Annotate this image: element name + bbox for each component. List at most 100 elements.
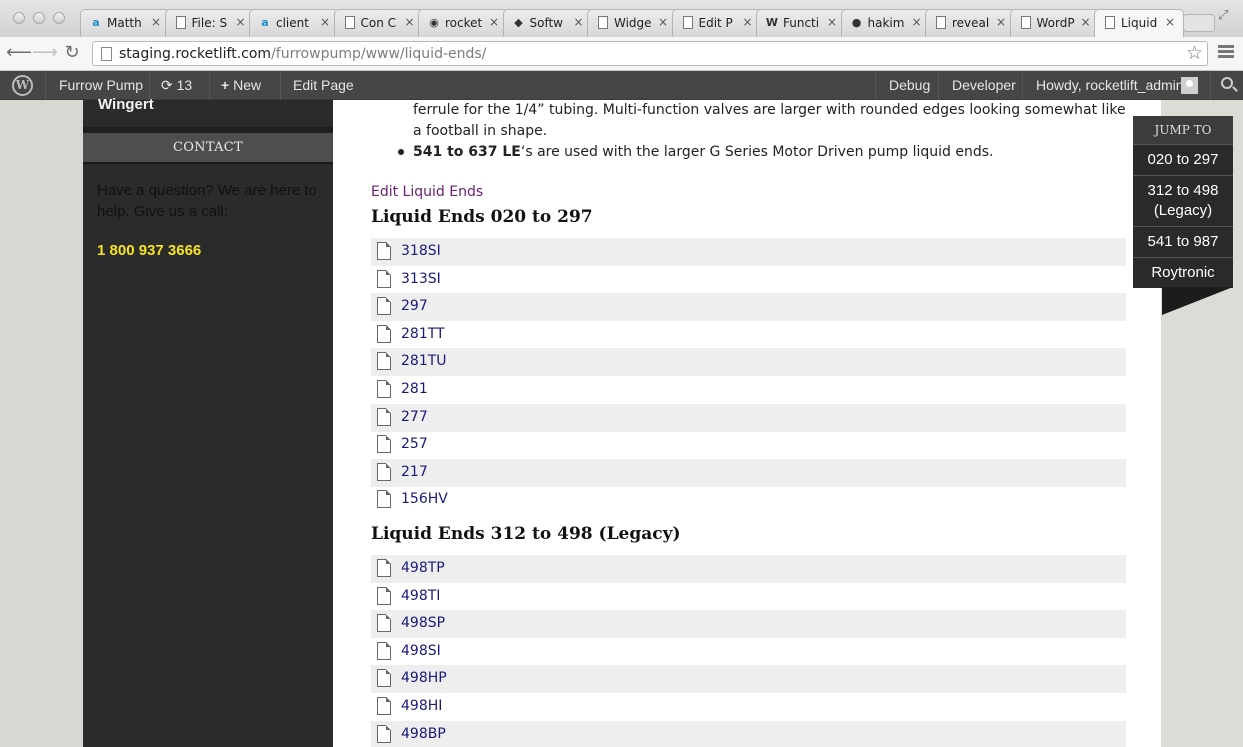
zoom-window-button[interactable]	[53, 12, 65, 24]
liquid-end-link[interactable]: 257	[401, 436, 428, 452]
sidebar-name: Wingert	[98, 96, 154, 113]
updates-icon: ⟳	[161, 77, 173, 93]
list-item: 156HV	[371, 486, 1126, 514]
search-icon[interactable]	[1221, 77, 1233, 89]
tab-title: Softw	[529, 16, 564, 30]
tab-title: WordP	[1036, 16, 1075, 30]
jump-to-item[interactable]: 312 to 498 (Legacy)	[1133, 175, 1233, 226]
list-item: 498SI	[371, 638, 1126, 666]
address-bar[interactable]: staging.rocketlift.com/furrowpump/www/li…	[92, 41, 1208, 66]
tab-close-icon[interactable]: ×	[1080, 15, 1090, 29]
liquid-end-link[interactable]: 318SI	[401, 243, 441, 259]
phone-number[interactable]: 1 800 937 3666	[97, 242, 201, 259]
list-item: 498HI	[371, 693, 1126, 721]
chrome-menu-button[interactable]	[1216, 43, 1236, 63]
liquid-end-link[interactable]: 313SI	[401, 271, 441, 287]
liquid-end-link[interactable]: 498TI	[401, 588, 440, 604]
list-item: 281TU	[371, 348, 1126, 377]
fullscreen-icon[interactable]: ⤢	[1218, 8, 1228, 23]
liquid-end-link[interactable]: 156HV	[401, 491, 448, 507]
tab-close-icon[interactable]: ×	[320, 15, 330, 29]
list-item: 297	[371, 293, 1126, 322]
forward-button[interactable]: ⟶	[32, 41, 58, 65]
tab-close-icon[interactable]: ×	[235, 15, 245, 29]
jump-to-item[interactable]: 541 to 987	[1133, 226, 1233, 257]
tab-close-icon[interactable]: ×	[911, 15, 921, 29]
tab-title: Liquid	[1121, 16, 1158, 30]
list-item: 277	[371, 403, 1126, 432]
tab-title: Widge	[614, 16, 652, 30]
contact-text: Have a question? We are here to help. Gi…	[97, 182, 317, 220]
list-item: 498TI	[371, 583, 1126, 611]
new-label: New	[233, 77, 262, 93]
document-icon	[377, 269, 391, 288]
liquid-end-link[interactable]: 277	[401, 409, 428, 425]
close-window-button[interactable]	[13, 12, 25, 24]
list-item: 498BP	[371, 720, 1126, 747]
tab-close-icon[interactable]: ×	[151, 15, 161, 29]
liquid-end-link[interactable]: 498TP	[401, 560, 445, 576]
shield-tab-icon: ◉	[429, 16, 439, 29]
browser-tab[interactable]: ● hakim ×	[840, 9, 931, 37]
liquid-end-link[interactable]: 281TT	[401, 326, 445, 342]
browser-tab[interactable]: reveal ×	[925, 9, 1015, 37]
new-content-link[interactable]: + New	[221, 71, 261, 100]
debug-link[interactable]: Debug	[889, 71, 930, 100]
tab-close-icon[interactable]: ×	[489, 15, 499, 29]
my-account-link[interactable]: Howdy, rocketlift_admin	[1036, 71, 1184, 100]
liquid-end-link[interactable]: 217	[401, 464, 428, 480]
wordpress-logo-icon[interactable]: W	[12, 75, 33, 96]
tab-close-icon[interactable]: ×	[996, 15, 1006, 29]
browser-tab[interactable]: Liquid ×	[1094, 9, 1184, 38]
liquid-end-link[interactable]: 498HI	[401, 698, 442, 714]
jump-to-item[interactable]: Roytronic	[1133, 257, 1233, 288]
main-content: ferrule for the 1/4” tubing. Multi-funct…	[333, 100, 1161, 747]
minimize-window-button[interactable]	[33, 12, 45, 24]
url-text[interactable]: staging.rocketlift.com/furrowpump/www/li…	[119, 46, 486, 62]
liquid-end-link[interactable]: 281TU	[401, 353, 447, 369]
list-item: 281TT	[371, 321, 1126, 349]
updates-link[interactable]: ⟳ 13	[161, 71, 192, 100]
tab-close-icon[interactable]: ×	[404, 15, 414, 29]
tab-close-icon[interactable]: ×	[827, 15, 837, 29]
browser-tab[interactable]: File: S ×	[164, 9, 255, 37]
new-tab-button[interactable]	[1183, 14, 1215, 32]
liquid-end-link[interactable]: 498SI	[401, 643, 441, 659]
liquid-end-link[interactable]: 297	[401, 298, 428, 314]
developer-link[interactable]: Developer	[952, 71, 1016, 100]
browser-tab[interactable]: a Matth ×	[80, 9, 170, 37]
document-icon	[377, 242, 391, 260]
browser-tab[interactable]: Con C ×	[333, 9, 424, 37]
browser-tab[interactable]: a client ×	[249, 9, 339, 37]
edit-liquid-ends-link[interactable]: Edit Liquid Ends	[371, 184, 483, 200]
tab-close-icon[interactable]: ×	[658, 15, 668, 29]
tab-close-icon[interactable]: ×	[573, 15, 583, 29]
browser-tab[interactable]: ◆ Softw ×	[502, 9, 593, 37]
document-icon	[377, 724, 391, 743]
liquid-end-link[interactable]: 498HP	[401, 670, 447, 686]
jump-to-item[interactable]: 020 to 297	[1133, 144, 1233, 175]
avatar[interactable]	[1181, 77, 1198, 94]
browser-tab[interactable]: ◉ rocket ×	[418, 9, 508, 37]
browser-tab[interactable]: Edit P ×	[671, 9, 762, 37]
liquid-end-link[interactable]: 498SP	[401, 615, 445, 631]
tab-close-icon[interactable]: ×	[742, 15, 752, 29]
bookmark-star-icon[interactable]: ☆	[1186, 42, 1203, 64]
liquid-end-link[interactable]: 281	[401, 381, 428, 397]
browser-tab[interactable]: WordP ×	[1009, 9, 1100, 37]
page-tab-icon	[1105, 16, 1115, 29]
edit-page-link[interactable]: Edit Page	[293, 71, 354, 100]
liquid-end-link[interactable]: 498BP	[401, 726, 446, 742]
tab-close-icon[interactable]: ×	[1165, 15, 1175, 29]
browser-tab[interactable]: W Functi ×	[756, 9, 846, 37]
document-icon	[377, 697, 391, 715]
document-icon	[377, 297, 391, 316]
cube-tab-icon: ◆	[514, 16, 523, 29]
back-button[interactable]: ⟵	[6, 41, 32, 65]
browser-tab[interactable]: Widge ×	[587, 9, 677, 37]
page-tab-icon	[598, 16, 608, 29]
tab-title: rocket	[445, 16, 483, 30]
github-tab-icon: ●	[851, 16, 862, 29]
reload-button[interactable]: ↻	[60, 41, 84, 65]
jump-to-ribbon	[1162, 287, 1233, 315]
